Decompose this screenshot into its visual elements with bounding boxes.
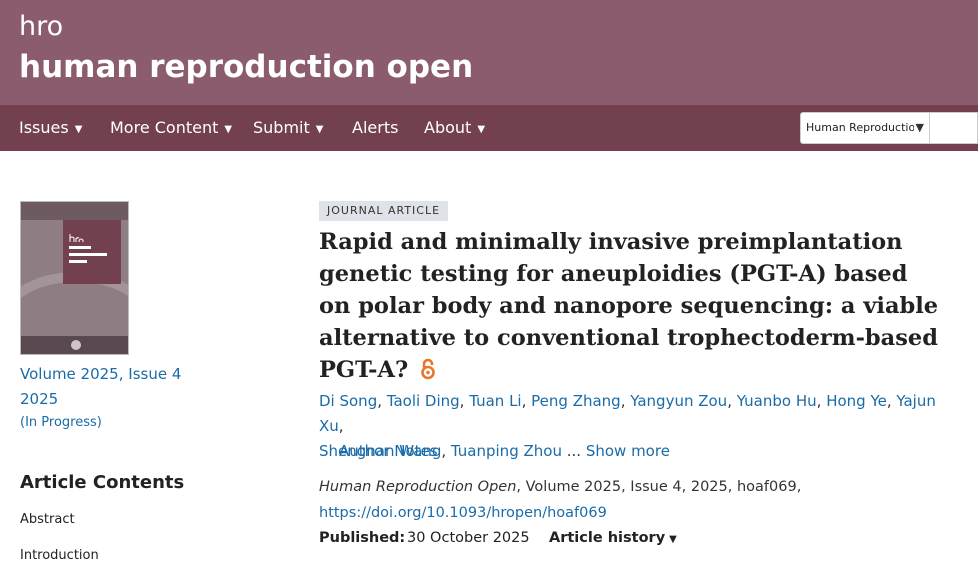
published-date: 30 October 2025 <box>407 530 530 546</box>
cover-journal-name <box>69 244 121 272</box>
caret-down-icon: ▼ <box>477 124 486 135</box>
author-ellipsis: ... <box>566 442 582 460</box>
open-access-icon <box>420 357 436 389</box>
caret-down-icon: ▼ <box>669 534 677 545</box>
dropdown-arrow-icon: ▼ <box>913 113 924 143</box>
site-header: hro human reproduction open <box>0 0 978 105</box>
article-title-text: Rapid and minimally invasive preimplanta… <box>319 229 939 383</box>
article-history-label: Article history <box>549 530 666 546</box>
nav-label: About <box>424 118 472 137</box>
cover-logo <box>69 234 121 244</box>
logo-text: hro <box>19 11 64 42</box>
nav-item-submit[interactable]: Submit ▼ <box>253 105 323 151</box>
cover-logo-mark-icon <box>69 234 84 244</box>
issue-volume-link[interactable]: Volume 2025, Issue 4 <box>20 365 181 383</box>
caret-down-icon: ▼ <box>74 124 83 135</box>
publisher-logo-icon <box>71 340 81 350</box>
site-title[interactable]: human reproduction open <box>19 48 473 86</box>
nav-label: Submit <box>253 118 310 137</box>
published-label: Published: <box>319 530 406 546</box>
contents-item-abstract[interactable]: Abstract <box>20 512 75 527</box>
article-type-badge: JOURNAL ARTICLE <box>319 201 449 221</box>
citation-details: , Volume 2025, Issue 4, 2025, hoaf069, <box>516 479 802 495</box>
nav-item-about[interactable]: About ▼ <box>424 105 485 151</box>
search-scope-value: Human Reproductio <box>806 121 916 134</box>
nav-label: Alerts <box>352 118 399 137</box>
author-link[interactable]: Tuanping Zhou <box>451 442 562 460</box>
caret-down-icon: ▼ <box>224 124 233 135</box>
author-link[interactable]: Yuanbo Hu <box>737 392 817 410</box>
citation-line: Human Reproduction Open, Volume 2025, Is… <box>319 479 801 495</box>
article-history-toggle[interactable]: Article history ▼ <box>549 530 677 546</box>
author-notes-link[interactable]: Author Notes <box>339 442 438 460</box>
cover-journal-name-art <box>69 246 107 263</box>
show-more-authors-button[interactable]: Show more <box>586 442 670 460</box>
cover-title-tile <box>63 220 121 284</box>
nav-label: More Content <box>110 118 219 137</box>
nav-item-more-content[interactable]: More Content ▼ <box>110 105 232 151</box>
nav-item-issues[interactable]: Issues ▼ <box>19 105 82 151</box>
nav-label: Issues <box>19 118 69 137</box>
search-input[interactable] <box>929 112 978 144</box>
author-link[interactable]: Hong Ye <box>826 392 887 410</box>
article-contents-heading: Article Contents <box>20 472 185 493</box>
caret-down-icon: ▼ <box>315 124 324 135</box>
journal-name: Human Reproduction Open <box>319 479 517 495</box>
author-link[interactable]: Di Song <box>319 392 377 410</box>
author-link[interactable]: Taoli Ding <box>387 392 460 410</box>
nav-item-alerts[interactable]: Alerts <box>352 105 398 151</box>
issue-status-link[interactable]: (In Progress) <box>20 415 102 430</box>
article-title: Rapid and minimally invasive preimplanta… <box>319 226 939 389</box>
hro-logo[interactable]: hro <box>19 12 63 42</box>
author-link[interactable]: Yangyun Zou <box>630 392 727 410</box>
cover-header-band <box>21 202 128 220</box>
author-link[interactable]: Tuan Li <box>469 392 521 410</box>
author-link[interactable]: Peng Zhang <box>531 392 621 410</box>
issue-cover-image[interactable] <box>20 201 129 355</box>
contents-item-introduction[interactable]: Introduction <box>20 548 99 563</box>
doi-link[interactable]: https://doi.org/10.1093/hropen/hoaf069 <box>319 505 607 521</box>
search-scope-select[interactable]: Human Reproductio ▼ <box>800 112 929 144</box>
issue-year-link[interactable]: 2025 <box>20 390 58 408</box>
